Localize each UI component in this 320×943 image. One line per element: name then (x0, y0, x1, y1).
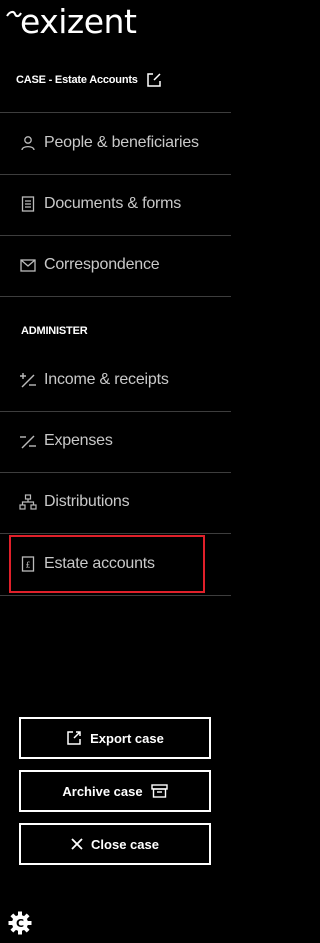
nav-item-label: Documents & forms (44, 195, 182, 212)
selection-highlight (9, 535, 205, 593)
export-case-button[interactable]: Export case (19, 717, 211, 759)
income-icon (19, 371, 37, 389)
nav-item-label: Distributions (44, 493, 130, 510)
cog-logo-icon[interactable]: C (8, 911, 32, 940)
nav-item-label: Income & receipts (44, 371, 169, 388)
close-case-label: Close case (91, 836, 159, 852)
export-case-label: Export case (90, 730, 164, 746)
document-icon (19, 195, 37, 213)
nav-item-people[interactable]: People & beneficiaries (0, 113, 231, 173)
nav-item-documents[interactable]: Documents & forms (0, 174, 231, 234)
case-title: CASE - Estate Accounts (16, 74, 138, 86)
svg-text:C: C (16, 917, 24, 930)
nav-item-correspondence[interactable]: Correspondence (0, 235, 231, 295)
nav-item-income[interactable]: Income & receipts (0, 350, 231, 410)
distributions-icon (19, 493, 37, 511)
mail-icon (19, 256, 37, 274)
close-icon (71, 838, 83, 850)
nav-item-distributions[interactable]: Distributions (0, 472, 231, 532)
logo-wordmark: exizent (20, 2, 137, 41)
person-icon (19, 134, 37, 152)
section-heading-administer: ADMINISTER (21, 325, 88, 337)
archive-icon (150, 784, 168, 798)
archive-case-label: Archive case (62, 783, 143, 799)
expenses-icon (19, 432, 37, 450)
edit-icon[interactable] (146, 72, 162, 88)
divider (0, 595, 231, 596)
nav-item-expenses[interactable]: Expenses (0, 411, 231, 471)
case-header: CASE - Estate Accounts (16, 72, 162, 88)
nav-item-label: Expenses (44, 432, 113, 449)
archive-case-button[interactable]: Archive case (19, 770, 211, 812)
nav-item-label: Correspondence (44, 256, 160, 273)
divider (0, 296, 231, 297)
export-icon (66, 730, 82, 746)
close-case-button[interactable]: Close case (19, 823, 211, 865)
nav-item-label: People & beneficiaries (44, 134, 199, 151)
